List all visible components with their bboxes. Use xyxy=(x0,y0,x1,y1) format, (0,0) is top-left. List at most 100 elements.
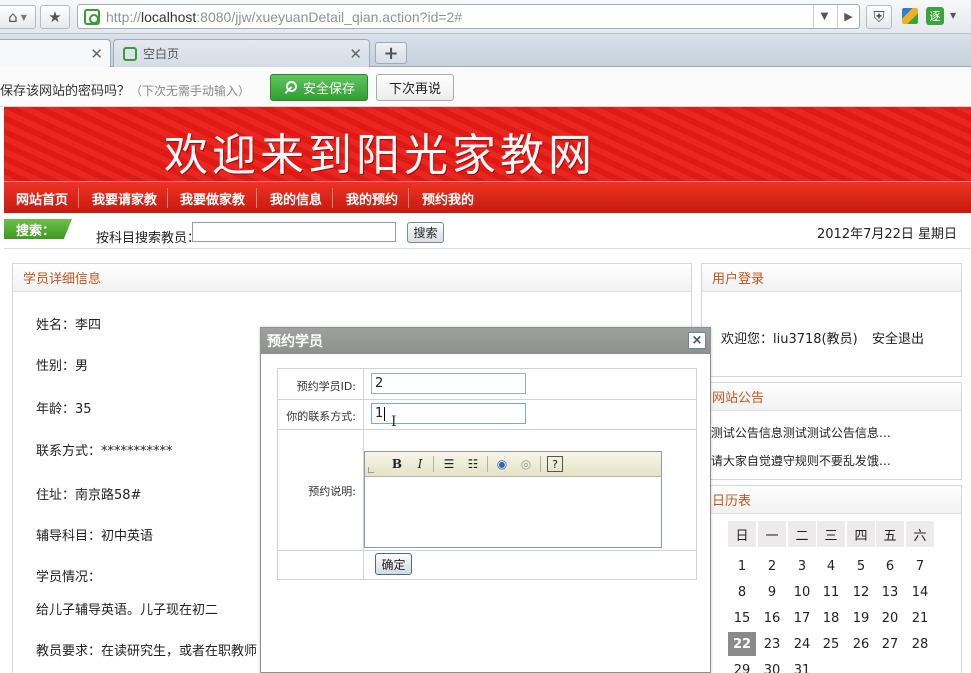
calendar-day[interactable]: 31 xyxy=(788,658,816,673)
toolbar-grip-icon xyxy=(368,467,374,473)
note-label: 预约说明: xyxy=(308,485,356,498)
logout-link[interactable]: 安全退出 xyxy=(872,328,924,347)
calendar-day[interactable]: 2 xyxy=(758,554,786,578)
calendar-day[interactable]: 21 xyxy=(906,606,934,630)
calendar-day[interactable]: 20 xyxy=(876,606,904,630)
calendar-day[interactable]: 11 xyxy=(817,580,845,604)
go-button[interactable]: ▶ xyxy=(837,5,859,28)
chevron-down-icon: ▼ xyxy=(20,12,27,22)
close-icon[interactable]: × xyxy=(688,332,706,349)
student-subject: 辅导科目：初中英语 xyxy=(36,529,154,544)
help-icon[interactable]: ? xyxy=(547,456,563,472)
menu-item-home[interactable]: 网站首页 xyxy=(16,182,68,214)
calendar-day[interactable]: 26 xyxy=(847,632,875,656)
calendar-day[interactable]: 10 xyxy=(788,580,816,604)
calendar-day[interactable]: 30 xyxy=(758,658,786,673)
close-tab-icon[interactable]: ✕ xyxy=(349,45,362,63)
calendar-day[interactable]: 12 xyxy=(847,580,875,604)
student-gender: 性别：男 xyxy=(36,359,89,374)
calendar-day[interactable]: 13 xyxy=(876,580,904,604)
student-situation-text: 给儿子辅导英语。儿子现在初二 xyxy=(36,603,219,618)
new-tab-button[interactable]: + xyxy=(375,42,407,64)
chevron-down-icon[interactable]: ▼ xyxy=(950,11,956,20)
safe-save-button[interactable]: 安全保存 xyxy=(270,74,368,101)
calendar-day[interactable]: 19 xyxy=(847,606,875,630)
calendar-day[interactable]: 9 xyxy=(758,580,786,604)
calendar-day[interactable]: 3 xyxy=(788,554,816,578)
menu-item-appointments-for-me[interactable]: 预约我的 xyxy=(422,182,474,214)
home-button[interactable]: ⌂ ▼ xyxy=(0,5,36,29)
menu-item-my-info[interactable]: 我的信息 xyxy=(270,182,322,214)
editor-toolbar: B I ☰ ☷ ◉ ◎ ? xyxy=(365,452,661,477)
ibeam-cursor-icon: I xyxy=(391,414,397,430)
calendar-day[interactable]: 5 xyxy=(847,554,875,578)
plus-icon: + xyxy=(383,42,399,64)
calendar-today[interactable]: 22 xyxy=(728,632,756,656)
notice-item[interactable]: ·请大家自觉遵守规则不要乱发饿… xyxy=(707,452,891,469)
unlink-icon[interactable]: ◎ xyxy=(517,455,535,473)
translate-extension-icon[interactable]: 逐 xyxy=(926,7,944,25)
calendar-day[interactable]: 7 xyxy=(906,554,934,578)
site-notice-panel: 网站公告 ·测试公告信息测试测试公告信息… ·请大家自觉遵守规则不要乱发饿… xyxy=(701,382,962,480)
calendar-day[interactable]: 25 xyxy=(817,632,845,656)
menu-divider xyxy=(78,188,79,208)
security-shield-button[interactable]: ⛨ xyxy=(866,5,892,29)
menu-item-be-tutor[interactable]: 我要做家教 xyxy=(180,182,245,214)
calendar-day[interactable]: 18 xyxy=(817,606,845,630)
tab-strip: ✕ 空白页 ✕ + xyxy=(0,34,971,67)
star-icon: ★ xyxy=(48,8,62,26)
student-id-field[interactable]: 2 xyxy=(371,373,526,394)
calendar-day[interactable]: 4 xyxy=(817,554,845,578)
ie-page-icon xyxy=(84,8,100,25)
calendar-day[interactable]: 23 xyxy=(758,632,786,656)
calendar-weekday: 一 xyxy=(758,521,786,547)
notice-item[interactable]: ·测试公告信息测试测试公告信息… xyxy=(707,424,891,441)
bold-icon[interactable]: B xyxy=(388,455,406,473)
calendar-day[interactable]: 6 xyxy=(876,554,904,578)
calendar-day[interactable]: 14 xyxy=(906,580,934,604)
url-dropdown-button[interactable]: ▼ xyxy=(813,5,835,28)
editor-content-area[interactable] xyxy=(365,477,661,547)
calendar-day[interactable]: 17 xyxy=(788,606,816,630)
welcome-text: 欢迎您：liu3718(教员) xyxy=(721,332,858,347)
search-button[interactable]: 搜索 xyxy=(407,222,444,243)
url-text[interactable]: http://localhost:8080/jjw/xueyuanDetail_… xyxy=(106,9,462,25)
student-age: 年龄：35 xyxy=(36,402,92,417)
menu-item-hire-tutor[interactable]: 我要请家教 xyxy=(92,182,157,214)
cube-extension-icon[interactable] xyxy=(902,8,918,24)
calendar-day[interactable]: 8 xyxy=(728,580,756,604)
calendar-day[interactable]: 27 xyxy=(876,632,904,656)
close-tab-icon[interactable]: ✕ xyxy=(90,45,103,63)
tab-blank[interactable]: 空白页 ✕ xyxy=(113,39,370,67)
calendar-day[interactable]: 29 xyxy=(728,658,756,673)
tab-current[interactable]: ✕ xyxy=(0,39,111,67)
current-date: 2012年7月22日 星期日 xyxy=(817,227,958,242)
calendar-day[interactable]: 28 xyxy=(906,632,934,656)
panel-title: 用户登录 xyxy=(702,264,961,292)
address-bar[interactable]: http://localhost:8080/jjw/xueyuanDetail_… xyxy=(77,4,860,29)
home-icon: ⌂ xyxy=(8,8,18,26)
bullet-list-icon[interactable]: ☷ xyxy=(464,455,482,473)
calendar-day[interactable]: 24 xyxy=(788,632,816,656)
search-bar: 搜索： 按科目搜索教员： 搜索 2012年7月22日 星期日 xyxy=(4,213,971,249)
later-button[interactable]: 下次再说 xyxy=(376,74,454,101)
menu-divider xyxy=(167,188,168,208)
italic-icon[interactable]: I xyxy=(411,455,429,473)
rich-text-editor[interactable]: B I ☰ ☷ ◉ ◎ ? xyxy=(364,451,662,548)
menu-divider xyxy=(332,188,333,208)
tab-label: 空白页 xyxy=(143,47,180,61)
menu-item-my-appointments[interactable]: 我的预约 xyxy=(346,182,398,214)
subject-search-input[interactable] xyxy=(192,222,396,242)
calendar-panel: 日历表 日一二三四五六 1 2 3 4 5 6 7 8 9 10 11 12 13 14 15 16 17 18 19… xyxy=(701,485,962,673)
calendar-day[interactable]: 16 xyxy=(758,606,786,630)
confirm-button[interactable]: 确定 xyxy=(375,553,412,575)
numbered-list-icon[interactable]: ☰ xyxy=(440,455,458,473)
user-login-panel: 用户登录 欢迎您：liu3718(教员) 安全退出 xyxy=(701,263,962,377)
shield-icon: ⛨ xyxy=(873,8,885,26)
calendar-day[interactable]: 15 xyxy=(728,606,756,630)
insert-link-icon[interactable]: ◉ xyxy=(493,455,511,473)
bookmark-button[interactable]: ★ xyxy=(40,5,70,29)
calendar-day[interactable]: 1 xyxy=(728,554,756,578)
menu-divider xyxy=(408,188,409,208)
calendar-weekday: 二 xyxy=(788,521,816,547)
